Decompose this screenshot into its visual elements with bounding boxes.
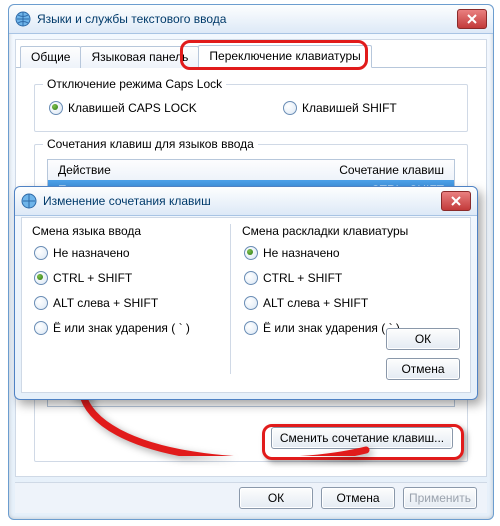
layout-opt-alt-shift[interactable]: ALT слева + SHIFT	[244, 296, 452, 310]
radio-icon	[34, 321, 48, 335]
hotkeys-legend: Сочетания клавиш для языков ввода	[43, 137, 258, 151]
radio-icon	[244, 296, 258, 310]
close-icon[interactable]	[441, 191, 471, 211]
main-button-bar: ОК Отмена Применить	[15, 482, 487, 513]
layout-group: Смена раскладки клавиатуры Не назначено …	[242, 222, 452, 335]
main-titlebar[interactable]: Языки и службы текстового ввода	[9, 5, 493, 34]
hotkeys-table-header: Действие Сочетание клавиш	[47, 159, 455, 180]
ok-button[interactable]: ОК	[239, 487, 313, 509]
lang-opt-none[interactable]: Не назначено	[34, 246, 222, 260]
input-language-heading: Смена языка ввода	[32, 224, 222, 238]
layout-opt-none[interactable]: Не назначено	[244, 246, 452, 260]
modal-button-bar: ОК Отмена	[386, 328, 460, 380]
col-action: Действие	[58, 163, 111, 177]
radio-icon	[244, 321, 258, 335]
radio-icon	[49, 101, 63, 115]
radio-shift-key[interactable]: Клавишей SHIFT	[283, 101, 397, 115]
radio-icon	[34, 271, 48, 285]
modal-title: Изменение сочетания клавиш	[43, 194, 441, 208]
lang-opt-ctrl-shift[interactable]: CTRL + SHIFT	[34, 271, 222, 285]
modal-cancel-button[interactable]: Отмена	[386, 358, 460, 380]
layout-opt-ctrl-shift[interactable]: CTRL + SHIFT	[244, 271, 452, 285]
modal-titlebar[interactable]: Изменение сочетания клавиш	[15, 187, 477, 216]
lang-opt-grave[interactable]: Ё или знак ударения ( ` )	[34, 321, 222, 335]
lang-opt-alt-shift[interactable]: ALT слева + SHIFT	[34, 296, 222, 310]
close-icon[interactable]	[457, 9, 487, 29]
tab-general[interactable]: Общие	[20, 46, 81, 68]
divider	[230, 224, 231, 374]
tab-strip: Общие Языковая панель Переключение клави…	[16, 40, 486, 68]
modal-client: Смена языка ввода Не назначено CTRL + SH…	[21, 217, 471, 393]
radio-icon	[34, 296, 48, 310]
modal-ok-button[interactable]: ОК	[386, 328, 460, 350]
input-language-group: Смена языка ввода Не назначено CTRL + SH…	[32, 222, 222, 335]
change-hotkey-dialog: Изменение сочетания клавиш Смена языка в…	[14, 186, 478, 400]
change-hotkey-button[interactable]: Сменить сочетание клавиш...	[271, 427, 453, 449]
layout-heading: Смена раскладки клавиатуры	[242, 224, 452, 238]
cancel-button[interactable]: Отмена	[321, 487, 395, 509]
app-icon	[21, 193, 37, 209]
app-icon	[15, 11, 31, 27]
radio-icon	[34, 246, 48, 260]
tab-keyboard-switch[interactable]: Переключение клавиатуры	[198, 45, 371, 68]
apply-button: Применить	[403, 487, 477, 509]
radio-capslock-key[interactable]: Клавишей CAPS LOCK	[49, 101, 197, 115]
tab-langbar[interactable]: Языковая панель	[80, 46, 199, 68]
main-title: Языки и службы текстового ввода	[37, 12, 457, 26]
radio-icon	[244, 246, 258, 260]
capslock-groupbox: Отключение режима Caps Lock Клавишей CAP…	[34, 84, 468, 132]
radio-icon	[244, 271, 258, 285]
capslock-legend: Отключение режима Caps Lock	[43, 77, 226, 91]
col-keys: Сочетание клавиш	[339, 163, 444, 177]
radio-icon	[283, 101, 297, 115]
